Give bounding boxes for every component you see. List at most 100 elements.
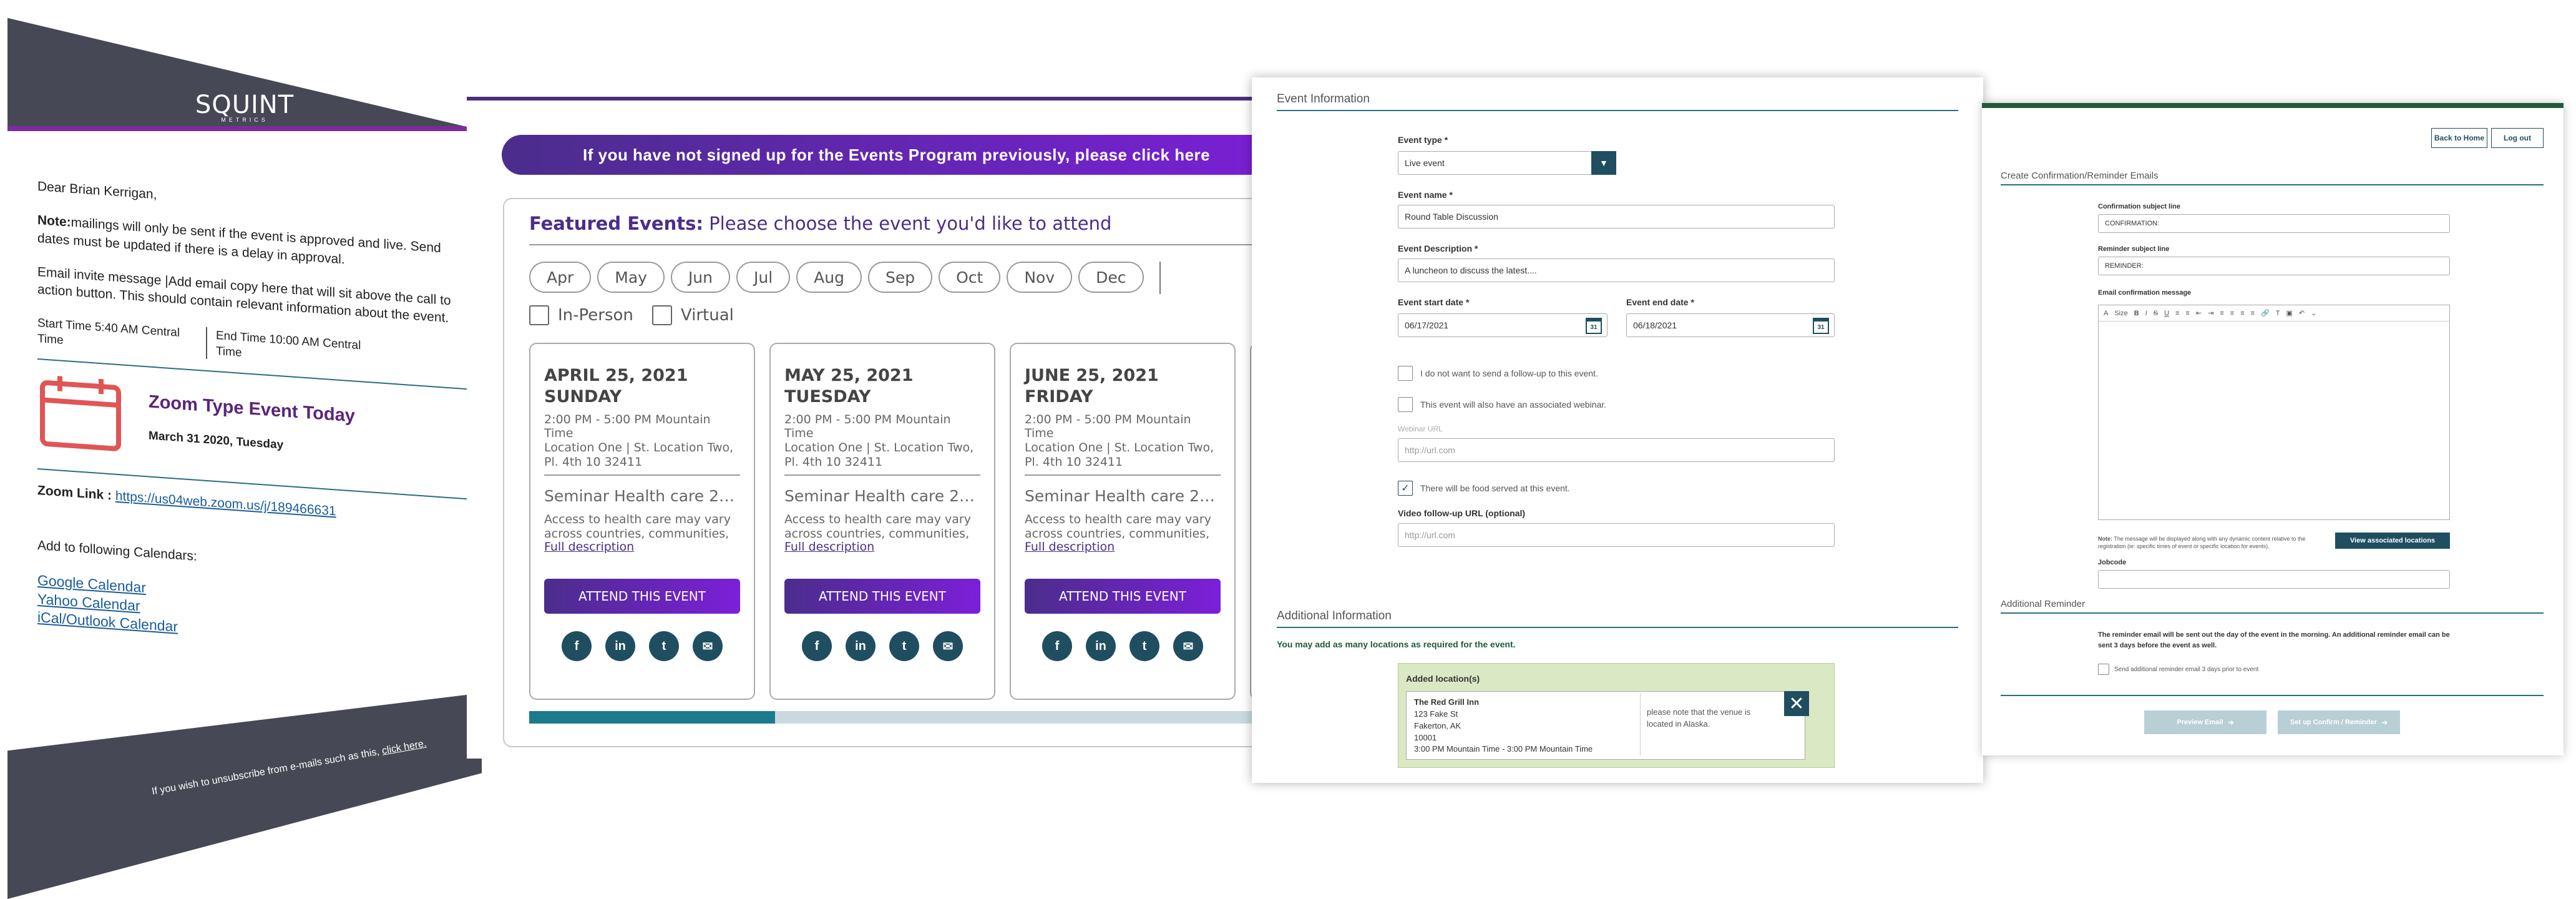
location-time: 3:00 PM Mountain Time - 3:00 PM Mountain…	[1414, 744, 1593, 754]
chevron-down-icon[interactable]: ⌄	[2311, 309, 2316, 317]
underline-icon[interactable]: U	[2164, 310, 2169, 317]
bullet-list-icon[interactable]: ≡	[2185, 310, 2189, 317]
card-date: APRIL 25, 2021 SUNDAY	[544, 366, 688, 406]
clear-format-icon[interactable]: T	[2276, 310, 2280, 317]
email-icon[interactable]: ✉	[693, 631, 723, 662]
month-pill-aug[interactable]: Aug	[796, 262, 862, 293]
checkbox-box[interactable]	[529, 305, 549, 325]
event-name-input[interactable]: Round Table Discussion	[1398, 205, 1835, 228]
close-icon[interactable]: ✕	[1784, 691, 1809, 716]
preview-email-button[interactable]: Preview Email ➔	[2144, 710, 2266, 734]
month-pill-may[interactable]: May	[597, 262, 665, 293]
checkbox-box[interactable]	[651, 305, 672, 325]
location-street: 123 Fake St	[1414, 709, 1458, 719]
jobcode-input[interactable]	[2098, 570, 2450, 589]
italic-icon[interactable]: I	[2145, 310, 2147, 317]
card-name: Seminar Health care 2021	[784, 487, 980, 506]
confirm-subject-input[interactable]: CONFIRMATION:	[2098, 214, 2450, 233]
facebook-icon[interactable]: f	[802, 631, 832, 662]
additional-reminder-checkbox[interactable]: Send additional reminder email 3 days pr…	[2098, 664, 2258, 675]
location-address: The Red Grill Inn 123 Fake St Fakerton, …	[1414, 697, 1593, 755]
webinar-url-input[interactable]: http://url.com	[1398, 438, 1835, 462]
strike-icon[interactable]: S	[2154, 310, 2158, 317]
logout-button[interactable]: Log out	[2491, 128, 2544, 148]
linkedin-icon[interactable]: in	[1086, 631, 1116, 662]
email-icon[interactable]: ✉	[1173, 631, 1203, 662]
end-date-input[interactable]: 06/18/2021 31	[1626, 313, 1835, 337]
start-date-label: Event start date *	[1398, 297, 1470, 307]
webinar-checkbox[interactable]: This event will also have an associated …	[1398, 397, 1606, 412]
calendar-icon[interactable]: 31	[1813, 318, 1829, 334]
full-description-link[interactable]: Full description	[784, 540, 874, 554]
additional-info-heading: Additional Information	[1277, 609, 1392, 622]
signup-banner[interactable]: If you have not signed up for the Events…	[502, 135, 1272, 175]
section-divider	[2001, 612, 2544, 614]
rich-text-editor[interactable]: A Size B I S U ≡ ≡ ⇤ ⇥ ≡ ≡ ≡ ≡ 🔗 T ▣ ↶ ⌄	[2098, 305, 2450, 520]
outdent-icon[interactable]: ⇤	[2196, 309, 2202, 317]
attend-event-button[interactable]: ATTEND THIS EVENT	[1025, 579, 1221, 614]
facebook-icon[interactable]: f	[1042, 631, 1072, 662]
indent-icon[interactable]: ⇥	[2208, 309, 2213, 317]
undo-icon[interactable]: ↶	[2299, 309, 2305, 317]
checkbox-box[interactable]	[1398, 397, 1413, 412]
attend-event-button[interactable]: ATTEND THIS EVENT	[784, 579, 980, 614]
unsubscribe-link[interactable]: click here.	[381, 738, 427, 756]
align-justify-icon[interactable]: ≡	[2251, 310, 2255, 317]
align-left-icon[interactable]: ≡	[2220, 310, 2223, 317]
view-locations-button[interactable]: View associated locations	[2335, 533, 2450, 549]
event-type-label: Event type *	[1398, 135, 1448, 145]
checkbox-box-checked[interactable]: ✓	[1398, 481, 1413, 496]
featured-events-panel: If you have not signed up for the Events…	[467, 97, 1272, 759]
no-followup-label: I do not want to send a follow-up to thi…	[1420, 368, 1598, 378]
month-pill-jul[interactable]: Jul	[736, 262, 791, 293]
reminder-subject-input[interactable]: REMINDER:	[2098, 257, 2450, 275]
align-center-icon[interactable]: ≡	[2230, 310, 2234, 317]
back-to-home-button[interactable]: Back to Home	[2431, 128, 2487, 148]
month-pill-nov[interactable]: Nov	[1007, 262, 1073, 293]
scrollbar-thumb[interactable]	[529, 711, 775, 724]
food-checkbox[interactable]: ✓ There will be food served at this event…	[1398, 481, 1570, 496]
reminder-emails-panel: Back to Home Log out Create Confirmation…	[1982, 103, 2564, 755]
font-color-icon[interactable]: A	[2104, 310, 2108, 317]
in-person-checkbox[interactable]: In-Person	[529, 305, 633, 325]
month-pill-sep[interactable]: Sep	[868, 262, 933, 293]
setup-confirm-reminder-button[interactable]: Set up Confirm / Reminder ➔	[2278, 710, 2400, 734]
month-pill-apr[interactable]: Apr	[529, 262, 592, 293]
card-description: Access to health care may vary across co…	[544, 513, 731, 541]
twitter-icon[interactable]: t	[649, 631, 679, 662]
twitter-icon[interactable]: t	[889, 631, 919, 662]
bold-icon[interactable]: B	[2134, 310, 2139, 317]
align-right-icon[interactable]: ≡	[2240, 310, 2244, 317]
editor-note-label: Note:	[2098, 536, 2112, 542]
month-pill-oct[interactable]: Oct	[939, 262, 1001, 293]
checkbox-box[interactable]	[2098, 664, 2109, 675]
start-date-value: 06/17/2021	[1405, 320, 1449, 330]
font-size-select[interactable]: Size	[2114, 310, 2127, 317]
facebook-icon[interactable]: f	[562, 631, 592, 662]
attend-event-button[interactable]: ATTEND THIS EVENT	[544, 579, 740, 614]
twitter-icon[interactable]: t	[1129, 631, 1159, 662]
linkedin-icon[interactable]: in	[846, 631, 876, 662]
image-icon[interactable]: ▣	[2286, 309, 2292, 317]
email-icon[interactable]: ✉	[933, 631, 963, 662]
virtual-checkbox[interactable]: Virtual	[651, 305, 734, 325]
email-header-accent-bar	[7, 126, 482, 131]
no-followup-checkbox[interactable]: I do not want to send a follow-up to thi…	[1398, 366, 1598, 381]
ordered-list-icon[interactable]: ≡	[2175, 310, 2179, 317]
carousel-scrollbar[interactable]	[529, 711, 1272, 724]
checkbox-box[interactable]	[1398, 366, 1413, 381]
calendar-icon[interactable]: 31	[1586, 318, 1602, 334]
zoom-link[interactable]: https://us04web.zoom.us/j/189466631	[115, 489, 336, 519]
link-icon[interactable]: 🔗	[2261, 309, 2270, 317]
event-type-select[interactable]: Live event ▼	[1398, 151, 1616, 175]
full-description-link[interactable]: Full description	[1025, 540, 1115, 554]
chevron-down-icon[interactable]: ▼	[1591, 151, 1616, 175]
full-description-link[interactable]: Full description	[544, 540, 634, 554]
linkedin-icon[interactable]: in	[605, 631, 635, 662]
start-date-input[interactable]: 06/17/2021 31	[1398, 313, 1608, 337]
event-description-input[interactable]: A luncheon to discuss the latest....	[1398, 258, 1835, 282]
video-url-input[interactable]: http://url.com	[1398, 523, 1835, 547]
month-pill-jun[interactable]: Jun	[670, 262, 730, 293]
month-pill-dec[interactable]: Dec	[1078, 262, 1144, 293]
featured-title: Featured Events: Please choose the event…	[529, 213, 1111, 234]
